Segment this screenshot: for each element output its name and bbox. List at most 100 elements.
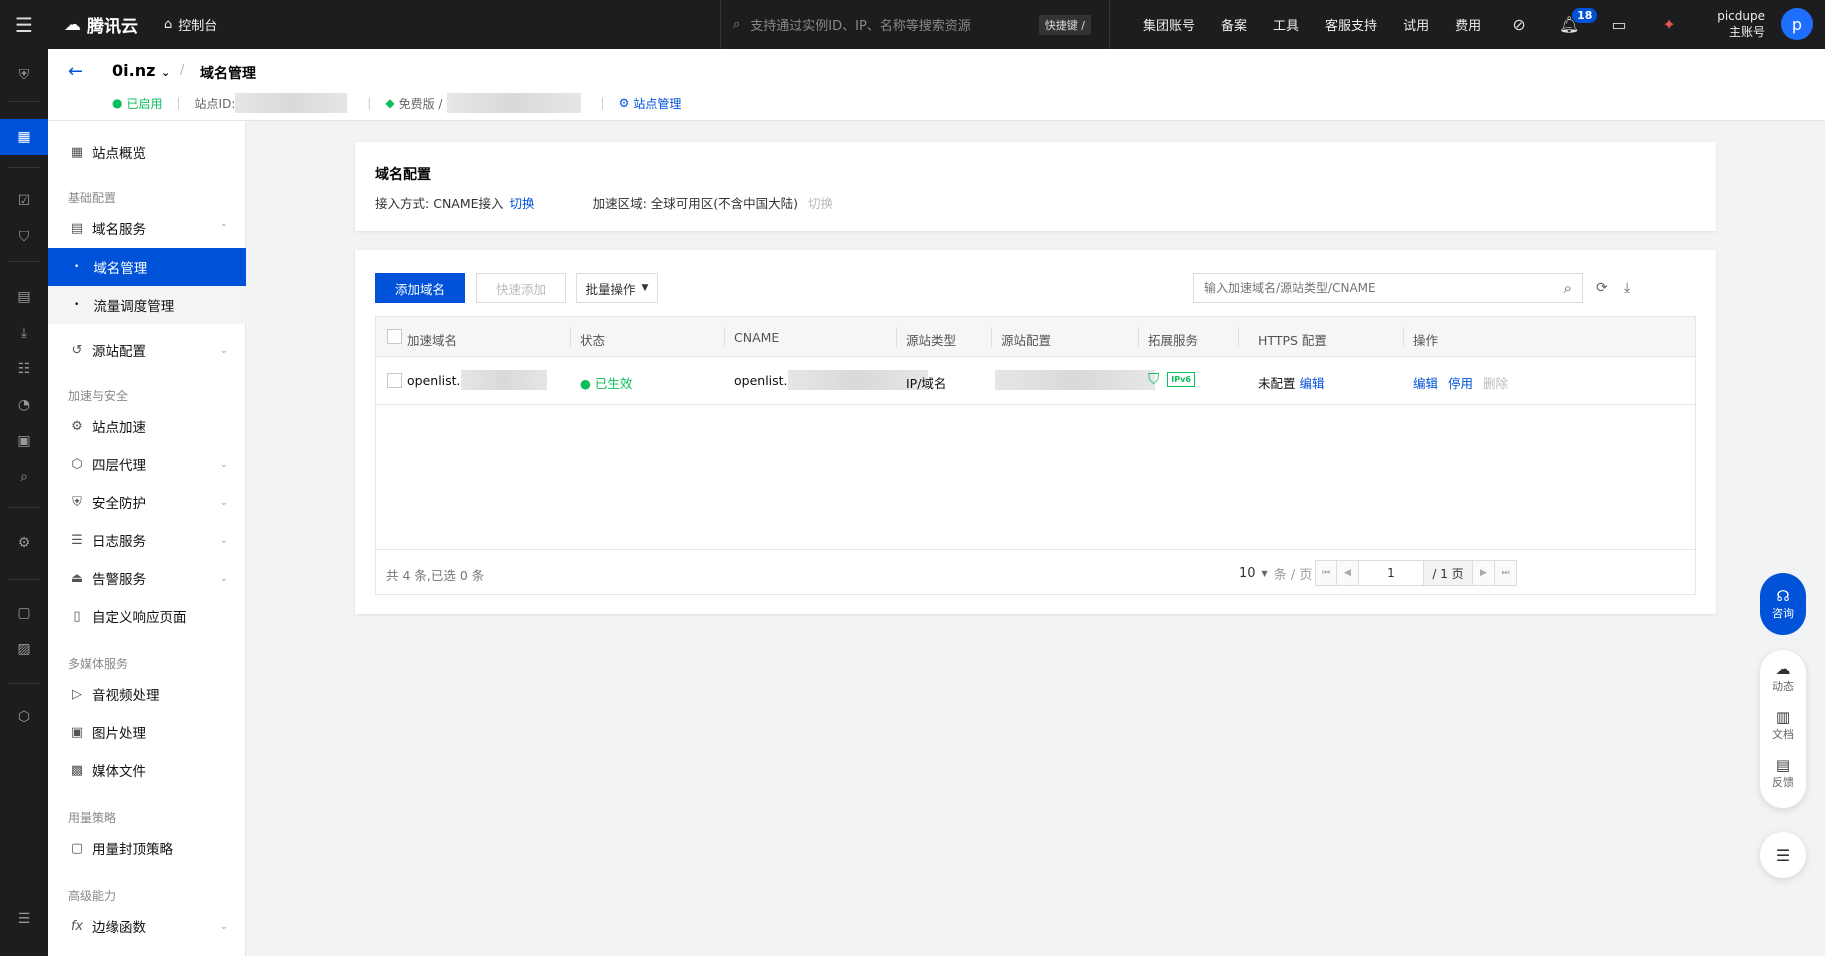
domain-table: 加速域名 状态 CNAME 源站类型 源站配置 拓展服务 HTTPS 配置 操作… [375, 316, 1696, 595]
menu-toggle-icon[interactable]: ☰ [1760, 832, 1806, 878]
access-value: CNAME接入 [433, 196, 504, 211]
edit-link[interactable]: 编辑 [1413, 376, 1438, 391]
billing-card-icon[interactable]: ▭ [1594, 0, 1644, 49]
https-edit-link[interactable]: 编辑 [1300, 376, 1325, 391]
select-all-checkbox[interactable] [387, 329, 402, 344]
prev-page-icon[interactable]: ◀ [1337, 560, 1359, 586]
sidebar-item-l4-proxy[interactable]: ⬡ 四层代理 ⌄ [48, 445, 246, 483]
download-icon[interactable]: ⤓ [0, 315, 48, 351]
search-icon[interactable]: ⌕ [1564, 279, 1572, 297]
ip-icon[interactable]: ▣ [0, 423, 48, 459]
col-actions: 操作 [1413, 333, 1439, 348]
settings-doc-icon[interactable]: ⚙ [0, 525, 48, 561]
sidebar-item-alarm[interactable]: ⏏ 告警服务 ⌄ [48, 559, 246, 597]
sidebar-item-logs[interactable]: ☰ 日志服务 ⌄ [48, 521, 246, 559]
sidebar-item-image[interactable]: ▣ 图片处理 [48, 713, 246, 751]
row-checkbox[interactable] [387, 373, 402, 388]
add-domain-button[interactable]: 添加域名 [375, 273, 465, 303]
ipv6-badge[interactable]: IPv6 [1167, 371, 1195, 387]
headset-icon: ☊ [1776, 587, 1790, 605]
sidebar-item-av[interactable]: ▷ 音视频处理 [48, 675, 246, 713]
image-icon[interactable]: ▨ [0, 631, 48, 667]
next-page-icon[interactable]: ▶ [1473, 560, 1495, 586]
brand-logo[interactable]: ☁ 腾讯云 [64, 12, 138, 38]
nav-billing[interactable]: 费用 [1455, 15, 1481, 34]
disable-link[interactable]: 停用 [1448, 376, 1473, 391]
sidebar-item-edge-func[interactable]: fx 边缘函数 ⌄ [48, 907, 246, 945]
col-origin-config: 源站配置 [1001, 333, 1052, 348]
site-selector[interactable]: 0i.nz ⌄ [112, 61, 170, 80]
sidebar-item-domain-service[interactable]: ▤ 域名服务 ⌃ [48, 209, 246, 247]
last-page-icon[interactable]: ⏭ [1495, 560, 1517, 586]
bell-icon[interactable]: 🔔︎ 18 [1544, 0, 1598, 49]
quick-add-button[interactable]: 快速添加 [476, 273, 566, 303]
nav-group-account[interactable]: 集团账号 [1143, 15, 1195, 34]
col-status: 状态 [580, 333, 606, 348]
search-rail-icon[interactable]: ⌕ [0, 459, 48, 495]
news-button[interactable]: ☁ 动态 [1772, 660, 1794, 694]
nav-tools[interactable]: 工具 [1273, 15, 1299, 34]
sidebar-item-site-accel[interactable]: ⚙ 站点加速 [48, 407, 246, 445]
collapse-rail-icon[interactable]: ☰ [0, 901, 48, 937]
first-page-icon[interactable]: ⏮ [1315, 560, 1337, 586]
row-status: ● 已生效 [580, 373, 632, 392]
hamburger-menu-icon[interactable]: ☰ [0, 0, 48, 49]
page-size-value: 10 [1239, 565, 1256, 581]
shield-check-icon[interactable]: ⛉ [1148, 370, 1159, 388]
row-cname: openlist. [734, 369, 928, 390]
sidebar-item-media-files[interactable]: ▩ 媒体文件 [48, 751, 246, 789]
sidebar-item-overview[interactable]: ▦ 站点概览 [48, 133, 246, 171]
docs-button[interactable]: ▥ 文档 [1772, 708, 1794, 742]
site-name: 0i.nz [112, 61, 156, 80]
alarm-icon: ⏏ [70, 570, 84, 586]
plan-label: 免费版 / [398, 96, 443, 111]
refresh-icon[interactable]: ⟳ [1596, 280, 1608, 296]
user-info[interactable]: picdupe 主账号 [1717, 8, 1765, 40]
batch-actions-dropdown[interactable]: 批量操作 ▼ [576, 273, 658, 303]
domain-redacted [460, 369, 547, 390]
nav-icp[interactable]: 备案 [1221, 15, 1247, 34]
site-manage-link[interactable]: 站点管理 [633, 95, 681, 112]
hexagon-icon[interactable]: ⬡ [0, 699, 48, 735]
sidebar-label: 告警服务 [92, 572, 146, 588]
column-divider [570, 327, 571, 347]
page-size-select[interactable]: 10 ▼ 条 / 页 [1239, 559, 1312, 587]
grid-list-icon[interactable]: ☷ [0, 351, 48, 387]
selection-summary: 共 4 条,已选 0 条 [386, 568, 485, 583]
sidebar-item-origin[interactable]: ↺ 源站配置 ⌄ [48, 331, 246, 369]
monitor-check-icon[interactable]: ☑ [0, 183, 48, 219]
nav-support[interactable]: 客服支持 [1325, 15, 1377, 34]
link-icon[interactable]: ⊘ [1494, 0, 1544, 49]
sidebar-item-domain-manage[interactable]: • 域名管理 [48, 248, 246, 286]
sidebar-item-usage-cap[interactable]: ▢ 用量封顶策略 [48, 829, 246, 867]
pulse-icon[interactable]: ◔ [0, 387, 48, 423]
shield-logo-icon[interactable]: ⛨ [0, 57, 48, 93]
row-domain[interactable]: openlist. [407, 369, 547, 390]
feedback-button[interactable]: ▤ 反馈 [1772, 756, 1794, 790]
delete-link[interactable]: 删除 [1483, 376, 1508, 391]
global-search[interactable]: ⌕ 支持通过实例ID、IP、名称等搜索资源 快捷键 / [720, 0, 1110, 49]
domain-list-card: 添加域名 快速添加 批量操作 ▼ ⌕ ⟳ ⤓ 加速域名 状态 CNAME 源站类型… [355, 250, 1716, 614]
message-icon[interactable]: ▢ [0, 595, 48, 631]
sidebar-item-custom-page[interactable]: ▯ 自定义响应页面 [48, 597, 246, 635]
access-switch-link[interactable]: 切换 [510, 193, 535, 212]
avatar[interactable]: p [1781, 8, 1813, 40]
page-input[interactable]: 1 [1359, 560, 1423, 586]
overview-icon: ▦ [70, 144, 84, 160]
check-circle-icon: ● [580, 376, 591, 391]
dashboard-icon[interactable]: ▦ [0, 119, 48, 155]
app-switcher-icon[interactable]: ✦ [1644, 0, 1694, 49]
chevron-down-icon: ⌄ [219, 344, 228, 356]
region-switch-link[interactable]: 切换 [808, 193, 833, 212]
download-icon[interactable]: ⤓ [1624, 280, 1630, 296]
back-arrow-icon[interactable]: ← [68, 61, 83, 82]
chevron-down-icon: ⌄ [219, 458, 228, 470]
domain-search-input[interactable] [1204, 281, 1564, 295]
chart-icon[interactable]: ▤ [0, 279, 48, 315]
console-link[interactable]: ⌂ 控制台 [164, 15, 217, 34]
nav-trial[interactable]: 试用 [1403, 15, 1429, 34]
consult-button[interactable]: ☊ 咨询 [1760, 573, 1806, 635]
shield-check-icon[interactable]: ⛉ [0, 219, 48, 255]
sidebar-item-security[interactable]: ⛨ 安全防护 ⌄ [48, 483, 246, 521]
sidebar-item-traffic[interactable]: • 流量调度管理 [48, 286, 246, 324]
